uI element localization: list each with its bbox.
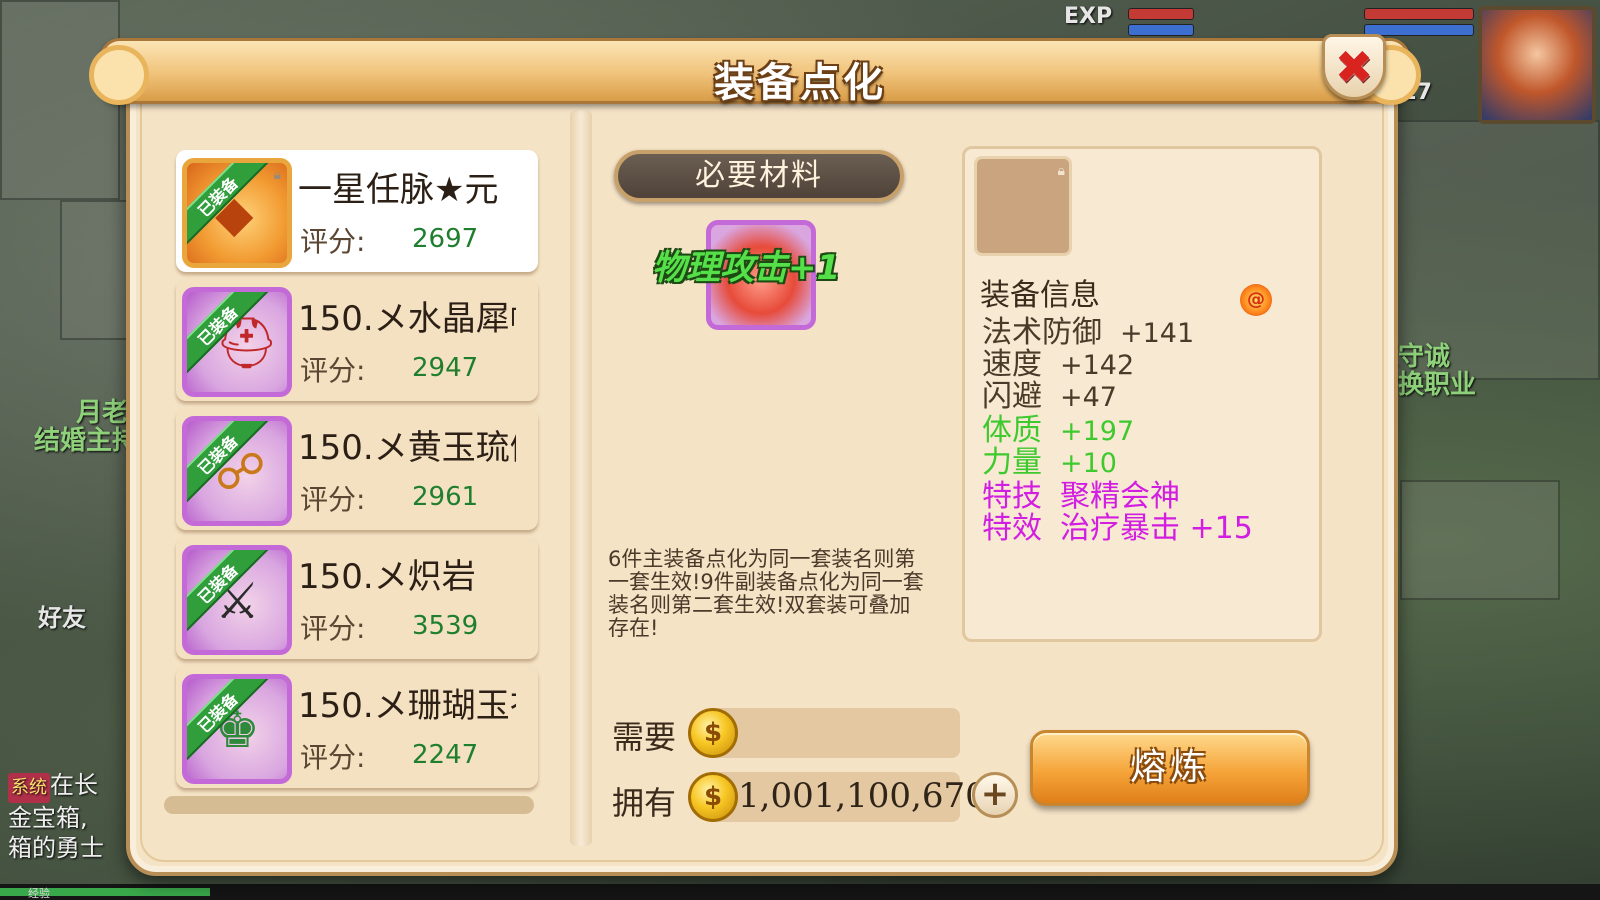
close-button[interactable]: ✖ [1322, 34, 1386, 100]
score-label: 评分: [300, 225, 366, 258]
list-bottom-edge[interactable] [164, 796, 534, 814]
scene-statue-base [1400, 480, 1560, 600]
stat-value: +141 [1120, 318, 1195, 349]
panel-divider [570, 110, 592, 846]
experience-bar: 经验 [0, 884, 1600, 900]
mp-bar [1128, 24, 1194, 36]
stat-line: 闪避 +47 [982, 380, 1117, 415]
equipment-item[interactable]: ⛑ 已装备 150.メ水晶犀帽 评分: 2947 [176, 279, 538, 401]
item-name: 150.メ黄玉琉佩 [298, 428, 516, 468]
stat-name: 特技 [982, 479, 1042, 514]
item-score: 2247 [412, 740, 479, 770]
stat-name: 体质 [982, 413, 1042, 448]
stat-value: +10 [1060, 448, 1117, 479]
stat-line: 速度 +142 [982, 348, 1134, 383]
stat-value: 聚精会神 [1060, 479, 1180, 514]
set-bonus-note: 6件主装备点化为同一套装名则第一套生效!9件副装备点化为同一套装名则第二套生效!… [608, 547, 924, 640]
gold-coin-icon: $ [688, 708, 738, 758]
equipment-list[interactable]: ◆ 已装备 🔒︎ 一星任脉★元 评分: 2697 ⛑ 已装备 150.メ水晶犀帽… [164, 142, 542, 828]
equipment-item[interactable]: ⚔ 已装备 150.メ炽岩 评分: 3539 [176, 537, 538, 659]
equipment-item-selected[interactable]: ◆ 已装备 🔒︎ 一星任脉★元 评分: 2697 [176, 150, 538, 272]
swirl-orb-icon[interactable]: @ [1240, 284, 1272, 316]
smelt-button[interactable]: 熔炼 [1030, 730, 1310, 806]
stat-name: 特效 [982, 511, 1042, 546]
item-score: 2961 [412, 482, 479, 512]
stat-value: 治疗暴击 +15 [1060, 511, 1253, 546]
orange-gem-icon: ◆ 已装备 🔒︎ [182, 158, 292, 268]
item-name: 150.メ水晶犀帽 [298, 299, 516, 339]
stat-value: +142 [1060, 350, 1135, 381]
cost-need-box [712, 708, 960, 758]
score-label: 评分: [300, 741, 366, 774]
item-score: 3539 [412, 611, 479, 641]
stat-line: 法术防御 +141 [982, 316, 1194, 351]
score-label: 评分: [300, 612, 366, 645]
score-label: 评分: [300, 354, 366, 387]
lock-icon: 🔒︎ [1057, 163, 1065, 179]
npc-subtitle: 结婚主持 [34, 426, 139, 456]
score-label: 评分: [300, 483, 366, 516]
add-gold-button[interactable]: + [972, 772, 1018, 818]
stat-value: +197 [1060, 416, 1135, 447]
equipment-info-title: 装备信息 [980, 278, 1100, 313]
cost-need-label: 需要 [612, 718, 677, 756]
system-tag: 系统 [8, 773, 50, 803]
equipment-item[interactable]: ☍ 已装备 150.メ黄玉琉佩 评分: 2961 [176, 408, 538, 530]
item-score: 2947 [412, 353, 479, 383]
experience-label: 经验 [28, 887, 50, 900]
lock-icon: 🔒︎ [273, 167, 281, 183]
stat-line: 特技 聚精会神 [982, 480, 1180, 514]
pet-hp-bar [1364, 8, 1474, 20]
item-name: 150.メ炽岩 [298, 557, 476, 597]
cost-own-label: 拥有 [612, 784, 677, 822]
item-name: 一星任脉★元 [298, 170, 499, 210]
hp-bar [1128, 8, 1194, 20]
required-materials-header: 必要材料 [614, 150, 904, 202]
helmet-icon: ⛑ 已装备 [182, 287, 292, 397]
close-icon: ✖ [1334, 40, 1374, 94]
gold-owned-amount: 1,001,100,670 [738, 776, 987, 816]
stat-name: 速度 [982, 347, 1042, 382]
equipment-item[interactable]: ♚ 已装备 150.メ珊瑚玉衣 评分: 2247 [176, 666, 538, 788]
chat-text: 在长 [50, 771, 98, 799]
exp-label: EXP [1064, 4, 1113, 29]
equipment-preview-slot: 🔒︎ [974, 156, 1072, 256]
stat-name: 力量 [982, 445, 1042, 480]
armor-icon: ♚ 已装备 [182, 674, 292, 784]
friend-button[interactable]: 好友 [38, 598, 86, 633]
stat-line: 体质 +197 [982, 414, 1134, 449]
gold-coin-icon: $ [688, 772, 738, 822]
stat-line: 特效 治疗暴击 +15 [982, 512, 1253, 546]
stat-line: 力量 +10 [982, 446, 1117, 481]
material-effect-label: 物理攻击+1 [652, 248, 841, 288]
stat-name: 闪避 [982, 379, 1042, 414]
weapon-icon: ⚔ 已装备 [182, 545, 292, 655]
stat-value: +47 [1060, 382, 1117, 413]
item-score: 2697 [412, 224, 479, 254]
item-name: 150.メ珊瑚玉衣 [298, 686, 516, 726]
pendant-icon: ☍ 已装备 [182, 416, 292, 526]
stat-name: 法术防御 [982, 315, 1102, 350]
